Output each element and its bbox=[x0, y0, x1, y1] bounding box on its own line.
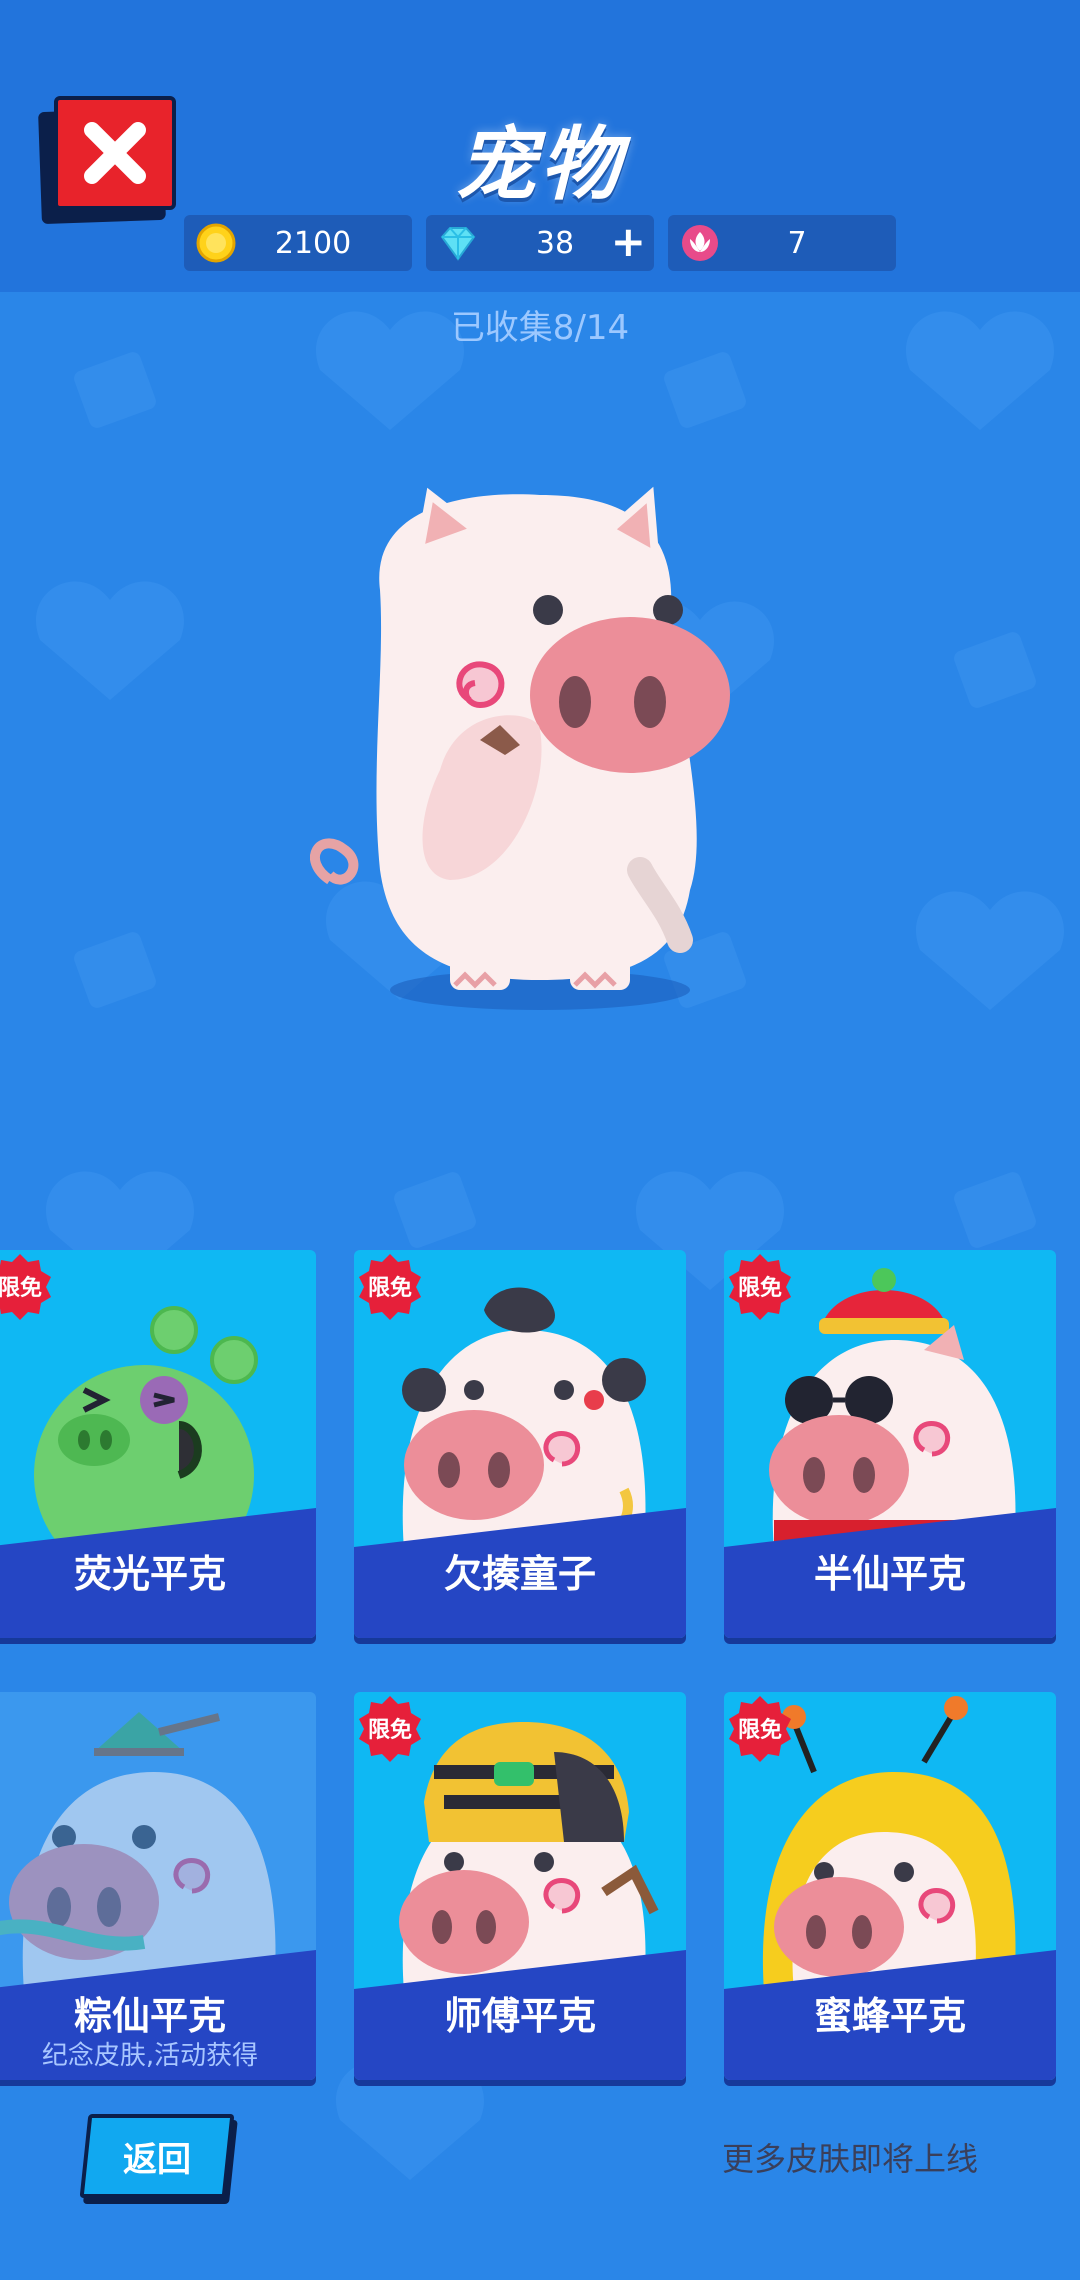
flower-token-value: 7 bbox=[787, 225, 807, 261]
coin-value: 2100 bbox=[274, 225, 352, 261]
close-icon bbox=[84, 122, 146, 184]
collection-progress: 已收集8/14 bbox=[450, 308, 630, 348]
skin-card[interactable]: 师傅平克 限免 bbox=[354, 1692, 686, 2080]
limited-free-badge: 限免 bbox=[356, 1252, 424, 1320]
coin-icon bbox=[196, 223, 236, 263]
skin-name: 欠揍童子 bbox=[443, 1552, 596, 1596]
diamond-counter: 38 + bbox=[426, 215, 654, 271]
flower-token-counter: 7 bbox=[668, 215, 896, 271]
skin-name: 蜜蜂平克 bbox=[813, 1994, 966, 2038]
skin-name: 师傅平克 bbox=[443, 1994, 596, 2038]
skin-subtitle: 纪念皮肤,活动获得 bbox=[41, 2041, 259, 2071]
skin-card[interactable]: 荧光平克 限免 bbox=[0, 1250, 316, 1638]
coming-soon-text: 更多皮肤即将上线 bbox=[721, 2140, 978, 2178]
flower-token-icon bbox=[682, 225, 718, 261]
skin-card[interactable]: 蜜蜂平克 限免 bbox=[724, 1692, 1056, 2080]
skin-card[interactable]: 欠揍童子 限免 bbox=[354, 1250, 686, 1638]
diamond-value: 38 bbox=[535, 225, 575, 261]
limited-free-badge: 限免 bbox=[726, 1252, 794, 1320]
diamond-icon bbox=[440, 227, 476, 261]
limited-free-badge: 限免 bbox=[356, 1694, 424, 1762]
close-button[interactable] bbox=[38, 96, 180, 225]
back-button-label: 返回 bbox=[123, 2139, 191, 2180]
add-diamond-button[interactable]: + bbox=[611, 217, 646, 267]
back-button[interactable]: 返回 bbox=[79, 2114, 235, 2202]
skin-card[interactable]: 粽仙平克 纪念皮肤,活动获得 bbox=[0, 1692, 316, 2080]
limited-free-badge: 限免 bbox=[726, 1694, 794, 1762]
skin-name: 半仙平克 bbox=[813, 1552, 966, 1596]
skin-name: 荧光平克 bbox=[73, 1552, 226, 1596]
selected-pet-pig[interactable] bbox=[310, 470, 770, 1030]
limited-free-badge: 限免 bbox=[0, 1252, 54, 1320]
coin-counter: 2100 bbox=[184, 215, 412, 271]
skin-name: 粽仙平克 bbox=[73, 1994, 226, 2038]
skin-card[interactable]: 半仙平克 限免 bbox=[724, 1250, 1056, 1638]
zongzi-pig-art bbox=[0, 1712, 276, 1992]
